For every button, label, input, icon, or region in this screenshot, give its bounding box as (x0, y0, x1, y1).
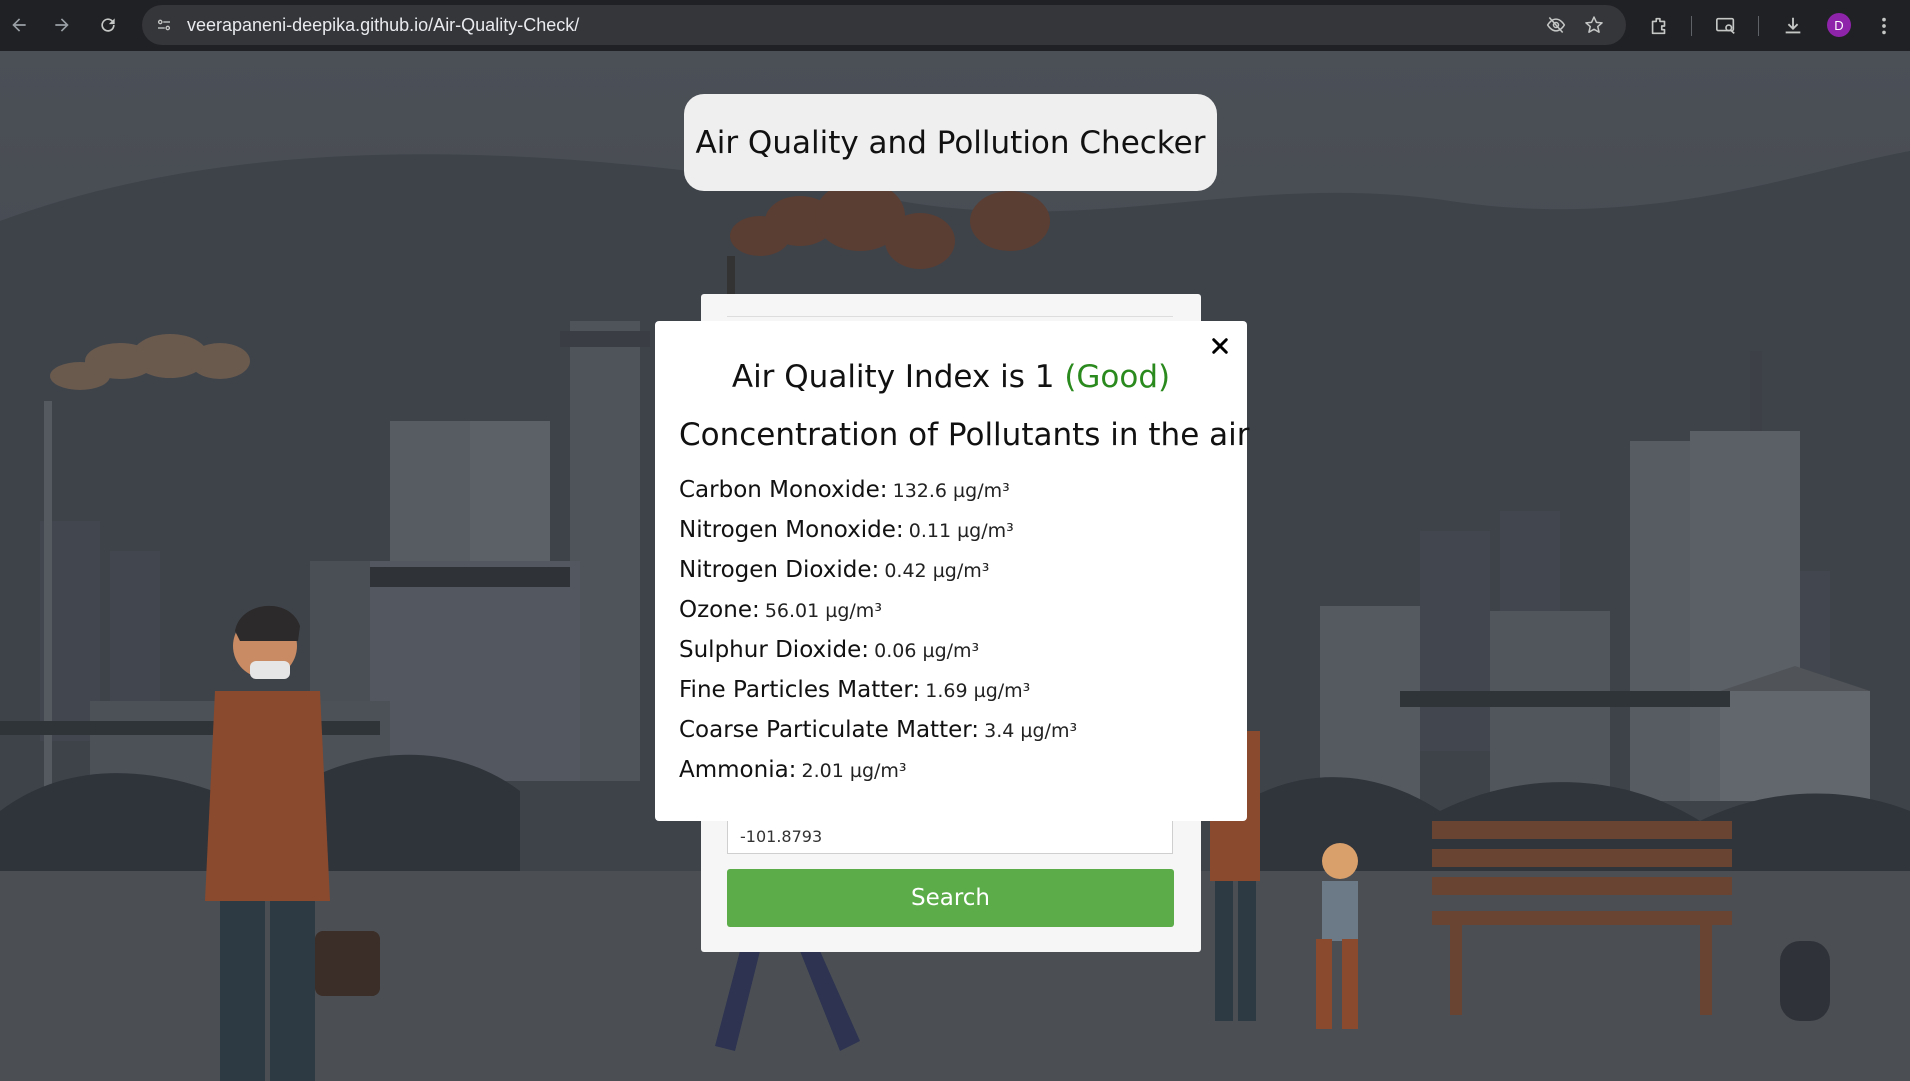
pollutants-heading: Concentration of Pollutants in the air (679, 417, 1250, 453)
pollutant-item: Ozone: 56.01 µg/m³ (679, 597, 1077, 637)
pollutant-name: Ammonia: (679, 757, 797, 783)
pollutant-name: Sulphur Dioxide: (679, 637, 870, 663)
air-quality-result-modal: Air Quality Index is 1 (Good) Concentrat… (655, 321, 1250, 821)
pollutant-name: Fine Particles Matter: (679, 677, 921, 703)
pollutant-value: 1.69 µg/m³ (925, 680, 1031, 702)
cast-search-icon[interactable] (1713, 13, 1739, 39)
aqi-text: Air Quality Index is 1 (731, 359, 1055, 395)
pollutant-name: Nitrogen Monoxide: (679, 517, 904, 543)
back-arrow-icon[interactable] (6, 12, 32, 38)
pollutant-value: 0.11 µg/m³ (908, 520, 1014, 542)
toolbar-divider (1758, 16, 1759, 36)
pollutant-item: Coarse Particulate Matter: 3.4 µg/m³ (679, 717, 1077, 757)
aqi-status-label: (Good) (1064, 359, 1171, 395)
profile-avatar[interactable]: D (1827, 13, 1851, 37)
extensions-icon[interactable] (1646, 13, 1672, 39)
pollutant-item: Carbon Monoxide: 132.6 µg/m³ (679, 477, 1077, 517)
bookmark-star-icon[interactable] (1582, 13, 1606, 37)
input-field-edge (727, 316, 1173, 317)
address-bar[interactable]: veerapaneni-deepika.github.io/Air-Qualit… (142, 5, 1626, 45)
pollutant-item: Nitrogen Monoxide: 0.11 µg/m³ (679, 517, 1077, 557)
pollutant-list: Carbon Monoxide: 132.6 µg/m³ Nitrogen Mo… (679, 477, 1077, 797)
pollutant-item: Fine Particles Matter: 1.69 µg/m³ (679, 677, 1077, 717)
toolbar-divider (1691, 16, 1692, 36)
site-info-icon[interactable] (152, 13, 176, 37)
url-text[interactable]: veerapaneni-deepika.github.io/Air-Qualit… (187, 15, 579, 36)
reload-icon[interactable] (95, 12, 121, 38)
forward-arrow-icon[interactable] (49, 12, 75, 38)
pollutant-name: Carbon Monoxide: (679, 477, 888, 503)
download-icon[interactable] (1780, 13, 1806, 39)
pollutant-value: 0.42 µg/m³ (884, 560, 990, 582)
pollutant-value: 132.6 µg/m³ (892, 480, 1010, 502)
browser-toolbar: veerapaneni-deepika.github.io/Air-Qualit… (0, 0, 1910, 51)
pollutant-name: Coarse Particulate Matter: (679, 717, 980, 743)
pollutant-value: 2.01 µg/m³ (801, 760, 907, 782)
search-button[interactable]: Search (727, 869, 1174, 927)
page-title-card: Air Quality and Pollution Checker (684, 94, 1217, 191)
page-viewport: Air Quality and Pollution Checker Search… (0, 51, 1910, 1081)
pollutant-name: Nitrogen Dioxide: (679, 557, 880, 583)
eye-off-icon[interactable] (1544, 13, 1568, 37)
kebab-menu-icon[interactable] (1871, 13, 1897, 39)
page-title: Air Quality and Pollution Checker (695, 124, 1206, 161)
pollutant-item: Ammonia: 2.01 µg/m³ (679, 757, 1077, 797)
pollutant-value: 3.4 µg/m³ (984, 720, 1078, 742)
pollutant-name: Ozone: (679, 597, 760, 623)
pollutant-item: Nitrogen Dioxide: 0.42 µg/m³ (679, 557, 1077, 597)
pollutant-item: Sulphur Dioxide: 0.06 µg/m³ (679, 637, 1077, 677)
aqi-summary: Air Quality Index is 1 (Good) (655, 359, 1247, 395)
close-icon[interactable] (1207, 333, 1233, 359)
pollutant-value: 0.06 µg/m³ (874, 640, 980, 662)
pollutant-value: 56.01 µg/m³ (764, 600, 882, 622)
